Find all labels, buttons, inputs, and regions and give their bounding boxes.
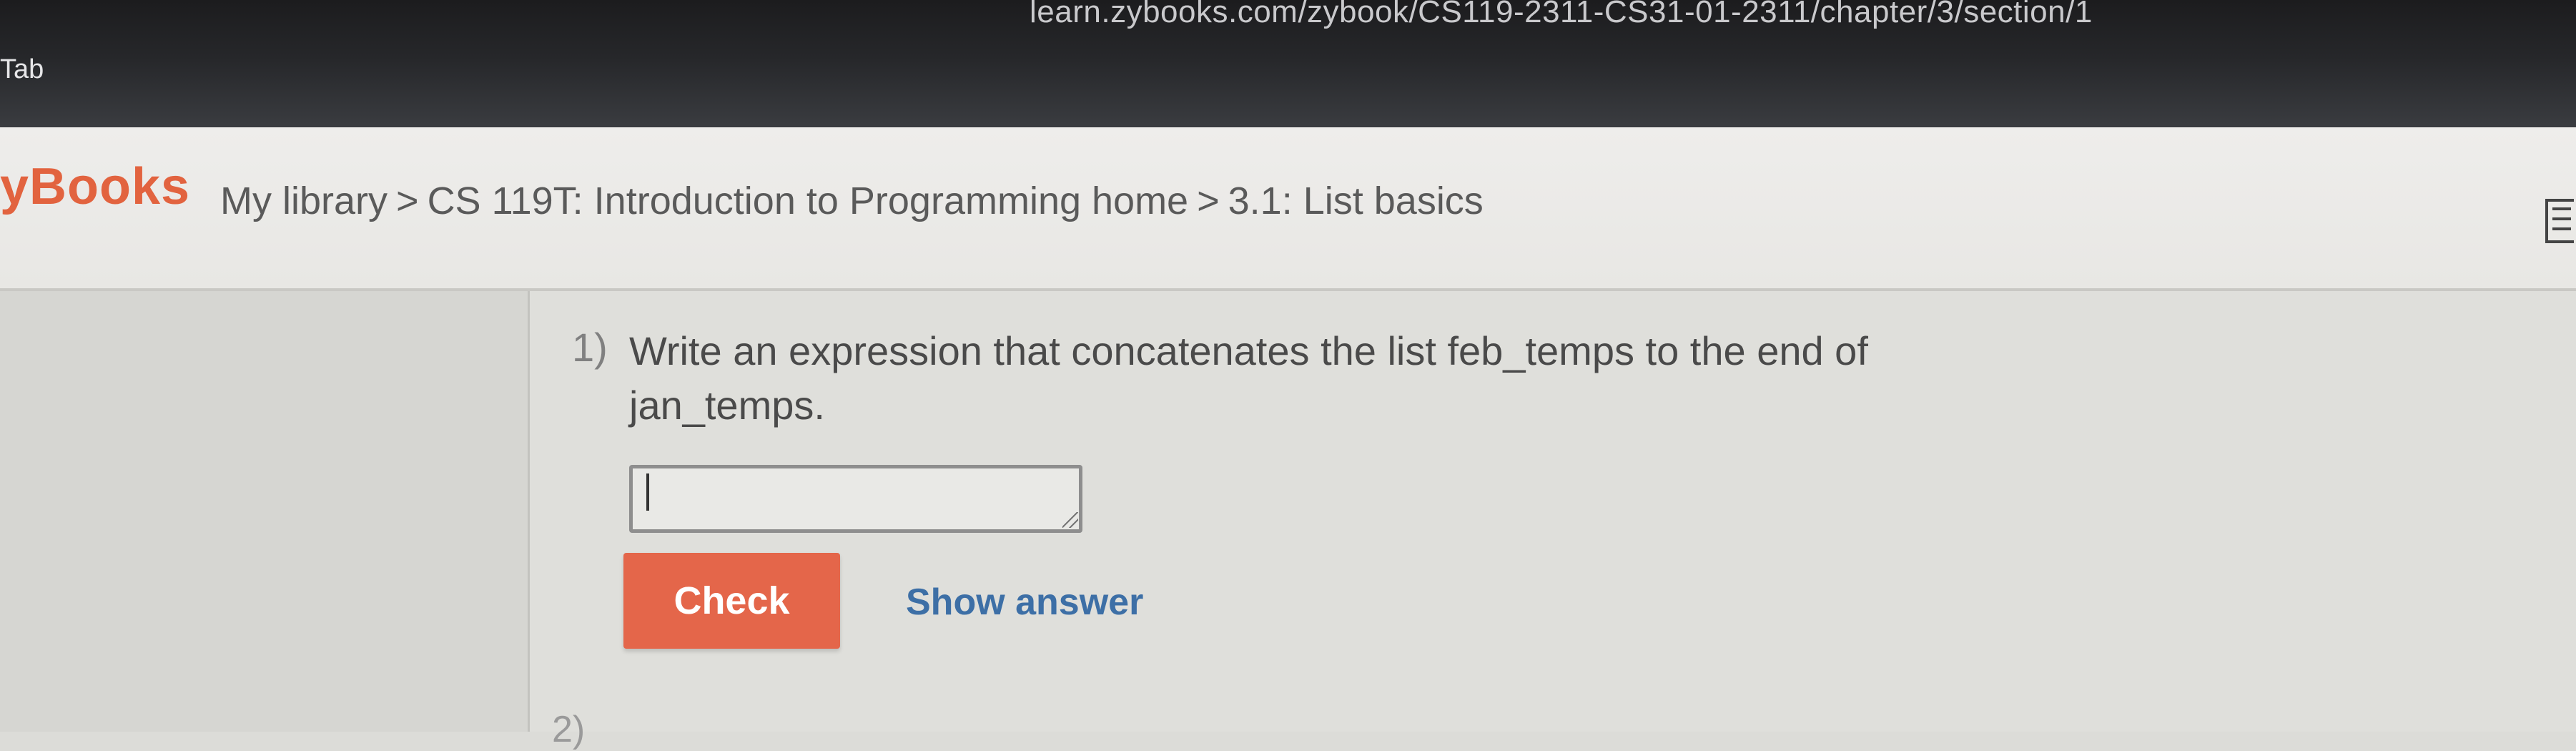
breadcrumb-my-library[interactable]: My library [220,180,388,222]
browser-chrome: learn.zybooks.com/zybook/CS119-2311-CS31… [0,0,2576,127]
table-of-contents-icon[interactable] [2545,199,2574,243]
next-question-number: 2) [552,709,586,750]
resize-grip-icon[interactable] [1062,512,1078,528]
zybooks-header: yBooks My library > CS 119T: Introduction … [0,127,2576,291]
text-caret [646,473,649,511]
breadcrumb-separator: > [1197,180,1220,222]
breadcrumb-section: 3.1: List basics [1228,180,1484,222]
question-prompt: Write an expression that concatenates th… [629,328,1868,428]
zybooks-logo[interactable]: yBooks [0,157,190,216]
breadcrumb-course-home[interactable]: CS 119T: Introduction to Programming hom… [428,180,1189,222]
question-number: 1) [572,325,608,370]
answer-input[interactable] [629,465,1082,533]
breadcrumb-separator: > [396,180,419,222]
browser-tab[interactable]: Tab [0,54,44,85]
address-bar-url[interactable]: learn.zybooks.com/zybook/CS119-2311-CS31… [1030,0,2093,30]
breadcrumb: My library > CS 119T: Introduction to Prog… [220,179,1484,223]
show-answer-link[interactable]: Show answer [906,581,1143,624]
left-panel [0,291,530,732]
check-button[interactable]: Check [623,553,840,649]
